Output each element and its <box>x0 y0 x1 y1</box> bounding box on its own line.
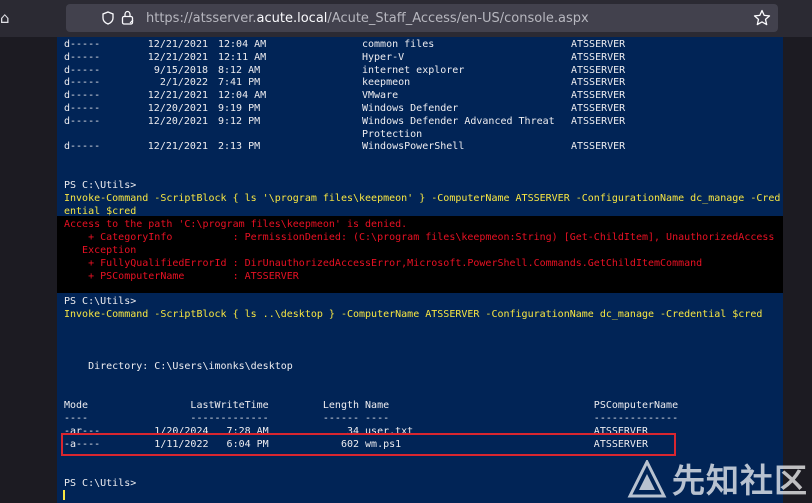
dir-cell-time: 9:19 PM <box>218 103 261 114</box>
dir-cell-mode: d----- <box>64 77 101 89</box>
tracking-protection-shield-icon[interactable] <box>102 11 114 25</box>
dir-cell-time: 7:41 PM <box>218 77 261 89</box>
error-line: + FullyQualifiedErrorId : DirUnauthorize… <box>64 258 703 269</box>
dir-cell-time: 12:04 AM <box>218 39 267 50</box>
dir-cell-name: Hyper-V <box>362 51 405 63</box>
dir-cell-computer: ATSSERVER <box>571 64 626 76</box>
text-cursor <box>63 490 65 500</box>
console-scrollbar[interactable] <box>783 37 812 503</box>
dir-cell-date: 12/21/2021 <box>147 141 208 153</box>
dir-cell-mode: d----- <box>64 51 101 63</box>
dir-cell-name: VMware <box>362 90 399 102</box>
lock-icon[interactable] <box>121 10 134 25</box>
dir-cell-computer: ATSSERVER <box>571 77 626 89</box>
dir-cell-computer: ATSSERVER <box>571 39 626 50</box>
url-text[interactable]: https://atsserver.acute.local/Acute_Staf… <box>146 0 589 37</box>
dir-cell-name: Windows Defender Advanced Threat <box>362 115 555 127</box>
watermark-logo-icon <box>627 460 667 498</box>
dir-cell-computer: ATSSERVER <box>571 103 626 114</box>
dir-cell-time: 8:12 AM <box>218 64 261 76</box>
dir-cell-mode: d----- <box>64 90 101 102</box>
dir-cell-name: Windows Defender <box>362 103 459 114</box>
dir-cell-computer: ATSSERVER <box>571 90 626 102</box>
home-icon[interactable]: ⌂ <box>0 9 14 27</box>
dir-cell-date: 12/21/2021 <box>147 90 208 102</box>
dir-cell-time: 12:11 AM <box>218 51 267 63</box>
dir-cell-name: WindowsPowerShell <box>362 141 465 153</box>
watermark: 先知社区 <box>627 458 807 503</box>
dir-cell-mode: d----- <box>64 115 101 127</box>
listing-header: Mode LastWriteTime Length Name PSCompute… <box>64 400 679 411</box>
dir-cell-computer: ATSSERVER <box>571 141 626 153</box>
dir-cell-name: common files <box>362 39 435 50</box>
url-host: acute.local <box>256 11 328 26</box>
directory-line: Directory: C:\Users\imonks\desktop <box>64 361 293 372</box>
prompt-line: PS C:\Utils> <box>64 296 137 307</box>
prompt-line: PS C:\Utils> <box>64 180 137 191</box>
error-line: Exception <box>64 245 137 256</box>
prompt-line: PS C:\Utils> <box>64 478 137 489</box>
dir-cell-date: 12/21/2021 <box>147 51 208 63</box>
dir-cell-mode: d----- <box>64 39 101 50</box>
dir-cell-date: 2/1/2022 <box>159 77 208 89</box>
dir-cell-date: 12/20/2021 <box>147 103 208 114</box>
dir-cell-time: 2:13 PM <box>218 141 261 153</box>
dir-cell-name: internet explorer <box>362 64 465 76</box>
error-line: Access to the path 'C:\program files\kee… <box>64 219 408 230</box>
dir-cell-date: 9/15/2018 <box>153 64 208 76</box>
dir-cell-date: 12/21/2021 <box>147 39 208 50</box>
listing-underline: ---- ------------- ------ ---- ---------… <box>64 413 679 424</box>
bookmark-star-icon[interactable] <box>753 9 771 27</box>
dir-cell-computer: ATSSERVER <box>571 115 626 127</box>
dir-cell-name: keepmeon <box>362 77 411 89</box>
highlight-annotation-box <box>61 433 676 456</box>
dir-cell-mode: d----- <box>64 64 101 76</box>
dir-cell-name: Protection <box>362 128 423 140</box>
dir-cell-date: 12/20/2021 <box>147 115 208 127</box>
error-line: + CategoryInfo : PermissionDenied: (C:\p… <box>64 232 775 243</box>
dir-cell-time: 9:12 PM <box>218 115 261 127</box>
dir-cell-time: 12:04 AM <box>218 90 267 102</box>
watermark-text: 先知社区 <box>672 461 808 500</box>
error-line: + PSComputerName : ATSSERVER <box>64 271 299 282</box>
command-line: Invoke-Command -ScriptBlock { ls '\progr… <box>64 193 781 204</box>
dir-cell-computer: ATSSERVER <box>571 51 626 63</box>
dir-cell-mode: d----- <box>64 103 101 114</box>
dir-cell-mode: d----- <box>64 141 101 153</box>
command-line: Invoke-Command -ScriptBlock { ls ..\desk… <box>64 309 763 320</box>
url-scheme: https://atsserver. <box>146 11 257 26</box>
url-path: /Acute_Staff_Access/en-US/console.aspx <box>327 11 589 26</box>
